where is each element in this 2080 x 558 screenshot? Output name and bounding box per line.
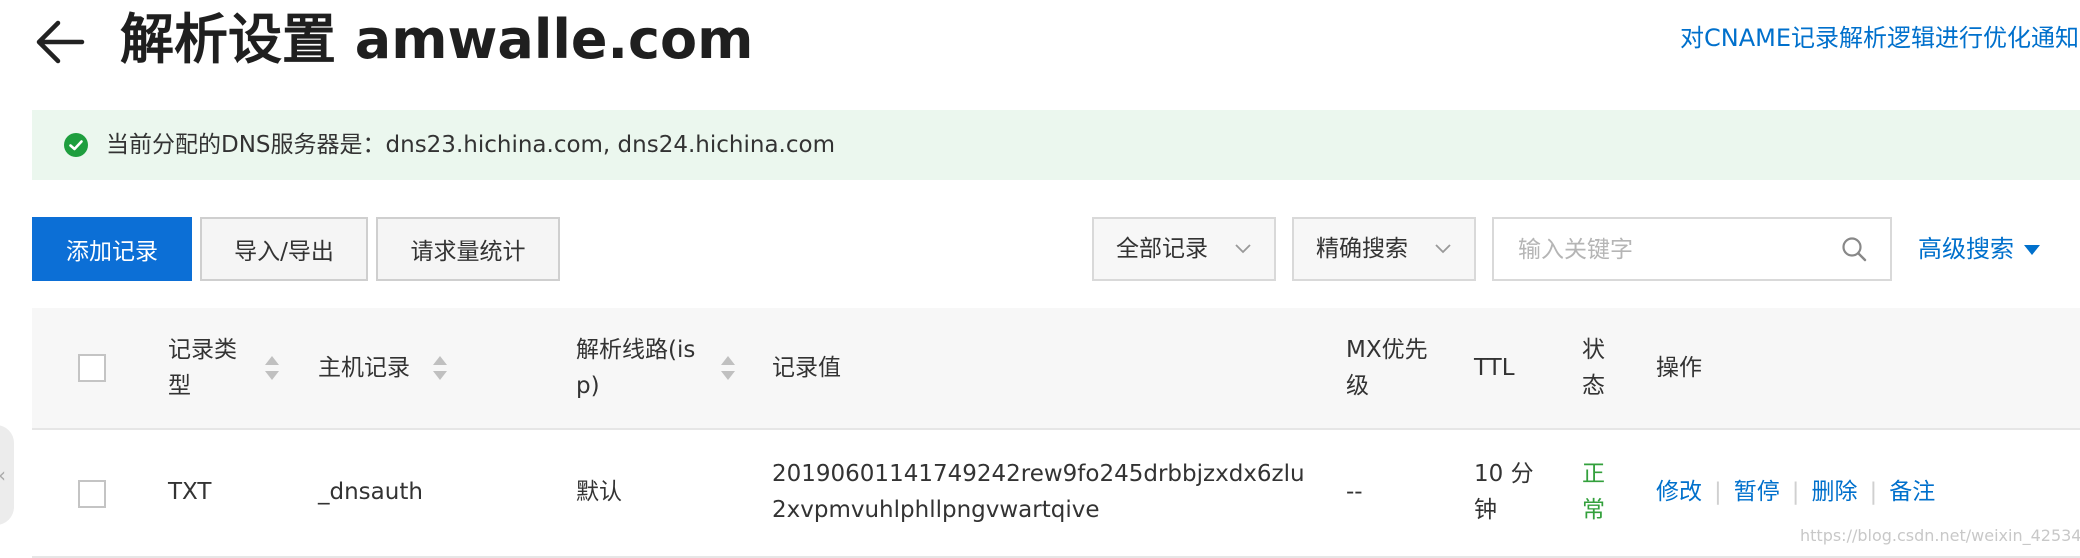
cell-record-type: TXT bbox=[168, 479, 212, 505]
cell-ttl: 10 分钟 bbox=[1474, 461, 1534, 523]
chevron-left-icon: ‹ bbox=[0, 463, 6, 487]
select-all-checkbox[interactable] bbox=[78, 354, 106, 382]
record-filter-select[interactable]: 全部记录 bbox=[1092, 217, 1276, 281]
dns-server-notice: 当前分配的DNS服务器是：dns23.hichina.com, dns24.hi… bbox=[32, 110, 2080, 180]
divider: | bbox=[1791, 479, 1800, 505]
table-header: 记录类型 主机记录 解析线路(isp) 记录值 MX优先级 TTL 状态 操作 bbox=[32, 308, 2080, 430]
cell-mx-priority: -- bbox=[1346, 479, 1363, 505]
cell-host: _dnsauth bbox=[318, 479, 423, 505]
page-header: 解析设置 amwalle.com 对CNAME记录解析逻辑进行优化通知 bbox=[0, 0, 2080, 100]
check-circle-icon bbox=[64, 133, 88, 157]
search-mode-select[interactable]: 精确搜索 bbox=[1292, 217, 1476, 281]
header-line: 解析线路(isp) bbox=[576, 337, 696, 399]
header-actions: 操作 bbox=[1656, 355, 1702, 381]
keyword-search-box bbox=[1492, 217, 1892, 281]
sort-icon[interactable] bbox=[432, 354, 448, 382]
advanced-search-toggle[interactable]: 高级搜索 bbox=[1918, 217, 2040, 281]
row-actions: 修改 | 暂停 | 删除 | 备注 bbox=[1656, 474, 1935, 510]
divider: | bbox=[1869, 479, 1878, 505]
header-status: 状态 bbox=[1582, 337, 1605, 399]
record-filter-label: 全部记录 bbox=[1116, 236, 1208, 262]
delete-link[interactable]: 删除 bbox=[1812, 479, 1858, 505]
back-arrow-icon[interactable] bbox=[32, 14, 88, 70]
add-record-button[interactable]: 添加记录 bbox=[32, 217, 192, 281]
search-mode-label: 精确搜索 bbox=[1316, 236, 1408, 262]
chevron-down-icon bbox=[1235, 244, 1251, 254]
pause-link[interactable]: 暂停 bbox=[1734, 479, 1780, 505]
search-icon[interactable] bbox=[1840, 235, 1868, 263]
status-badge: 正常 bbox=[1582, 461, 1605, 523]
request-stats-button[interactable]: 请求量统计 bbox=[376, 217, 560, 281]
header-record-type: 记录类型 bbox=[168, 337, 237, 399]
remark-link[interactable]: 备注 bbox=[1889, 479, 1935, 505]
edit-link[interactable]: 修改 bbox=[1656, 479, 1702, 505]
watermark: https://blog.csdn.net/weixin_42534940 bbox=[1800, 526, 2080, 545]
advanced-search-label: 高级搜索 bbox=[1918, 235, 2014, 263]
divider: | bbox=[1714, 479, 1722, 505]
cell-line: 默认 bbox=[576, 479, 622, 505]
chevron-down-icon bbox=[1435, 244, 1451, 254]
side-collapse-tab[interactable]: ‹ bbox=[0, 425, 14, 525]
sort-icon[interactable] bbox=[264, 354, 280, 382]
header-ttl: TTL bbox=[1474, 355, 1515, 381]
header-host: 主机记录 bbox=[318, 355, 410, 381]
header-value: 记录值 bbox=[772, 355, 841, 381]
caret-down-icon bbox=[2024, 245, 2040, 255]
cname-notice-link[interactable]: 对CNAME记录解析逻辑进行优化通知 bbox=[1680, 18, 2079, 58]
row-checkbox[interactable] bbox=[78, 480, 106, 508]
search-input[interactable] bbox=[1516, 229, 1820, 271]
page-title: 解析设置 amwalle.com bbox=[120, 8, 754, 71]
import-export-button[interactable]: 导入/导出 bbox=[200, 217, 368, 281]
cell-value: 20190601141749242rew9fo245drbbjzxdx6zlu2… bbox=[772, 461, 1305, 523]
dns-server-text: 当前分配的DNS服务器是：dns23.hichina.com, dns24.hi… bbox=[106, 132, 835, 158]
table-row: TXT _dnsauth 默认 20190601141749242rew9fo2… bbox=[32, 430, 2080, 558]
header-mx-priority: MX优先级 bbox=[1346, 337, 1428, 399]
sort-icon[interactable] bbox=[720, 354, 736, 382]
